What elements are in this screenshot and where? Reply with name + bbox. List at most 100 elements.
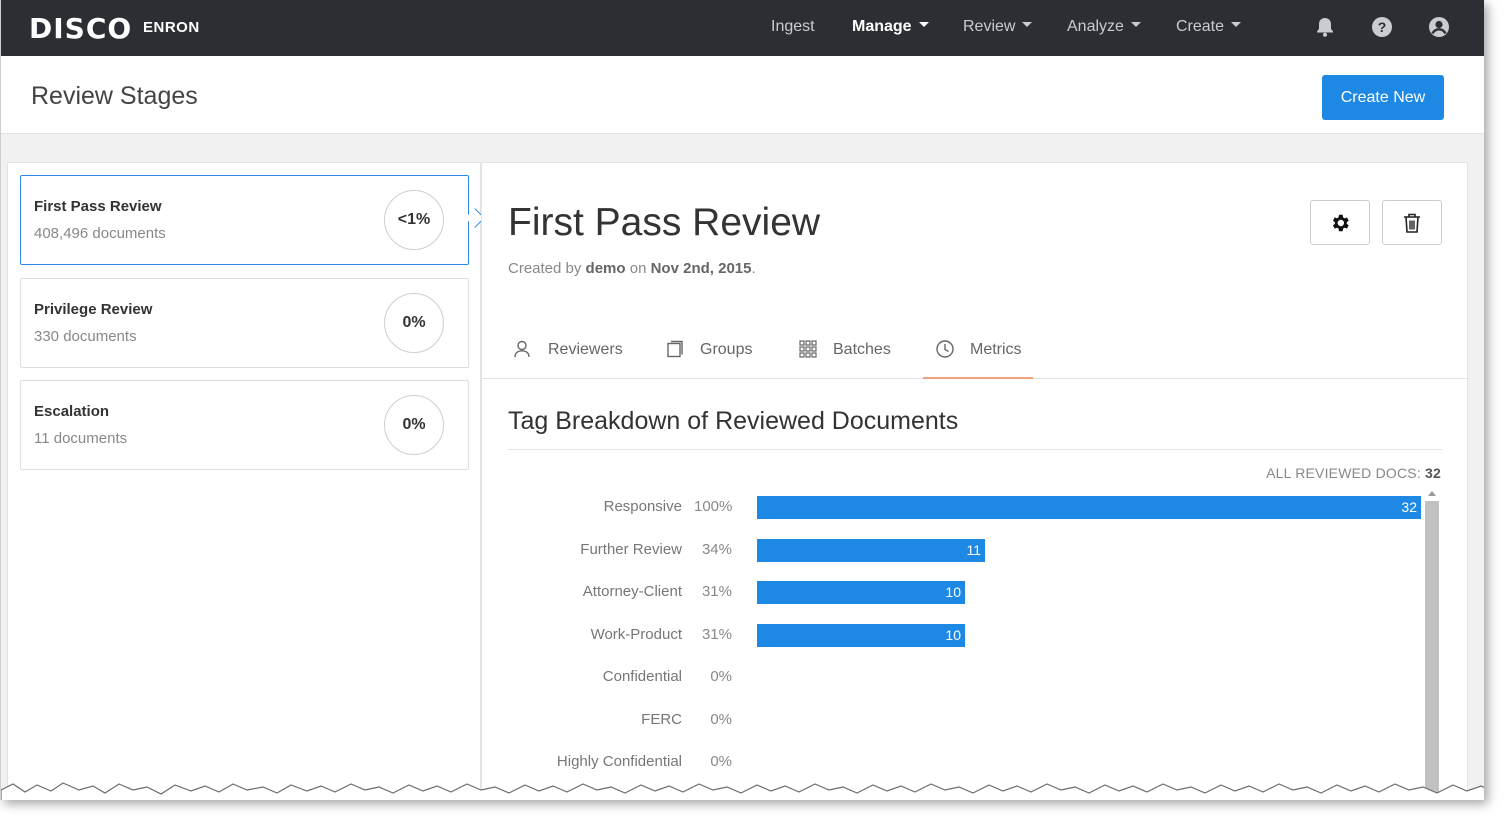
nav-ingest[interactable]: Ingest <box>771 18 815 36</box>
all-docs-label: ALL REVIEWED DOCS: <box>1266 465 1421 481</box>
svg-text:?: ? <box>1378 19 1387 35</box>
created-suffix: . <box>751 260 756 277</box>
stage-doc-count: 330 documents <box>34 328 137 345</box>
trash-icon <box>1404 213 1420 233</box>
bar-percent-label: 31% <box>701 583 732 600</box>
tag-breakdown-chart: Responsive 100% 32 Further Review 34% 11 Attor… <box>482 483 1469 800</box>
stage-progress-badge: 0% <box>384 293 444 353</box>
scrollbar-thumb[interactable] <box>1425 501 1439 800</box>
chart-row: FERC 0% <box>482 709 1427 733</box>
bar-value-label: 32 <box>1401 499 1417 515</box>
user-account-icon[interactable] <box>1428 16 1450 38</box>
created-date: Nov 2nd, 2015 <box>650 260 752 277</box>
chart-row: Work-Product 31% 10 <box>482 623 1427 648</box>
groups-icon <box>667 340 683 358</box>
stage-card-escalation[interactable]: Escalation 11 documents 0% <box>20 380 469 470</box>
stage-detail-title: First Pass Review <box>508 201 821 244</box>
chart-bar[interactable]: 10 <box>757 581 965 604</box>
bar-category-label: Highly Confidential <box>556 753 682 770</box>
chevron-down-icon <box>1130 22 1141 28</box>
stage-card-first-pass[interactable]: First Pass Review 408,496 documents <1% <box>20 175 485 265</box>
bar-value-label: 10 <box>945 626 961 643</box>
bar-percent-label: 34% <box>701 540 732 558</box>
chevron-down-icon <box>918 22 929 28</box>
all-docs-value: 32 <box>1425 465 1441 481</box>
section-title: Tag Breakdown of Reviewed Documents <box>508 407 959 435</box>
disco-logo[interactable]: DISCO <box>29 12 132 45</box>
torn-edge <box>1 782 1484 800</box>
chart-bar[interactable]: 32 <box>757 496 1421 519</box>
nav-create-label: Create <box>1176 18 1225 35</box>
nav-manage-label: Manage <box>852 18 912 35</box>
stage-progress-badge: <1% <box>384 190 444 250</box>
bar-category-label: Confidential <box>602 668 682 685</box>
bell-icon[interactable] <box>1314 16 1336 38</box>
tab-reviewers[interactable]: Reviewers <box>512 331 632 379</box>
nav-manage[interactable]: Manage <box>852 18 929 36</box>
bar-value-label: 11 <box>966 541 981 558</box>
chart-row: Responsive 100% 32 <box>482 496 1427 520</box>
chart-row: Confidential 0% <box>482 666 1427 690</box>
bar-percent-label: 0% <box>710 753 732 770</box>
bar-category-label: Attorney-Client <box>582 583 682 600</box>
stage-name: First Pass Review <box>34 198 162 215</box>
bar-percent-label: 31% <box>701 625 732 643</box>
bar-percent-label: 0% <box>710 668 732 685</box>
scroll-up-icon[interactable] <box>1428 491 1436 496</box>
tab-label: Metrics <box>970 341 1022 358</box>
bar-value-label: 10 <box>945 584 961 600</box>
created-on: on <box>629 260 647 277</box>
chevron-down-icon <box>1231 22 1242 28</box>
chevron-down-icon <box>1022 22 1033 28</box>
nav-create[interactable]: Create <box>1176 18 1242 36</box>
chart-row: Further Review 34% 11 <box>482 538 1427 563</box>
bar-percent-label: 100% <box>694 498 733 515</box>
tab-batches[interactable]: Batches <box>798 331 908 379</box>
created-prefix: Created by <box>508 260 582 277</box>
tab-metrics[interactable]: Metrics <box>923 331 1033 379</box>
stage-doc-count: 408,496 documents <box>34 225 166 242</box>
chart-scrollbar[interactable] <box>1424 489 1440 800</box>
tab-label: Batches <box>833 341 891 358</box>
all-reviewed-docs: ALL REVIEWED DOCS: 32 <box>1266 465 1441 481</box>
chart-bar[interactable]: 11 <box>757 538 985 562</box>
top-navbar: DISCO ENRON Ingest Manage Review Analyze… <box>1 0 1484 56</box>
client-name[interactable]: ENRON <box>143 19 200 36</box>
chart-bar[interactable]: 10 <box>757 623 965 647</box>
bar-category-label: Further Review <box>580 540 682 558</box>
bar-category-label: FERC <box>641 710 682 728</box>
tab-groups[interactable]: Groups <box>666 331 766 379</box>
nav-analyze-label: Analyze <box>1067 18 1124 35</box>
created-info: Created by demo on Nov 2nd, 2015. <box>508 260 756 277</box>
gear-icon <box>1332 214 1349 231</box>
stage-name: Privilege Review <box>34 301 153 318</box>
nav-ingest-label: Ingest <box>771 18 815 35</box>
stage-name: Escalation <box>34 403 110 420</box>
create-new-button[interactable]: Create New <box>1322 75 1444 120</box>
clock-icon <box>936 340 954 358</box>
stage-detail-panel: First Pass Review Created by demo on Nov… <box>481 162 1469 800</box>
nav-analyze[interactable]: Analyze <box>1067 18 1141 36</box>
delete-button[interactable] <box>1382 200 1442 245</box>
bar-category-label: Work-Product <box>590 625 682 643</box>
chart-row: Attorney-Client 31% 10 <box>482 581 1427 605</box>
settings-button[interactable] <box>1310 200 1370 245</box>
stage-card-privilege[interactable]: Privilege Review 330 documents 0% <box>20 278 469 368</box>
bar-percent-label: 0% <box>710 710 732 728</box>
grid-icon <box>799 340 817 358</box>
stage-list-panel: First Pass Review 408,496 documents <1% … <box>7 162 485 800</box>
help-icon[interactable]: ? <box>1371 16 1393 38</box>
user-icon <box>514 340 530 358</box>
nav-review-label: Review <box>963 18 1016 35</box>
nav-review[interactable]: Review <box>963 18 1033 36</box>
tab-label: Groups <box>700 341 753 358</box>
stage-doc-count: 11 documents <box>34 430 128 447</box>
app-window: DISCO ENRON Ingest Manage Review Analyze… <box>0 0 1484 800</box>
stage-progress-badge: 0% <box>384 395 444 455</box>
section-divider <box>508 449 1442 450</box>
created-by: demo <box>585 260 626 277</box>
page-title: Review Stages <box>31 82 198 110</box>
bar-category-label: Responsive <box>603 498 682 515</box>
page-header: Review Stages Create New <box>1 56 1484 134</box>
stage-tabs: Reviewers Groups Batches Metrics <box>482 313 1469 379</box>
